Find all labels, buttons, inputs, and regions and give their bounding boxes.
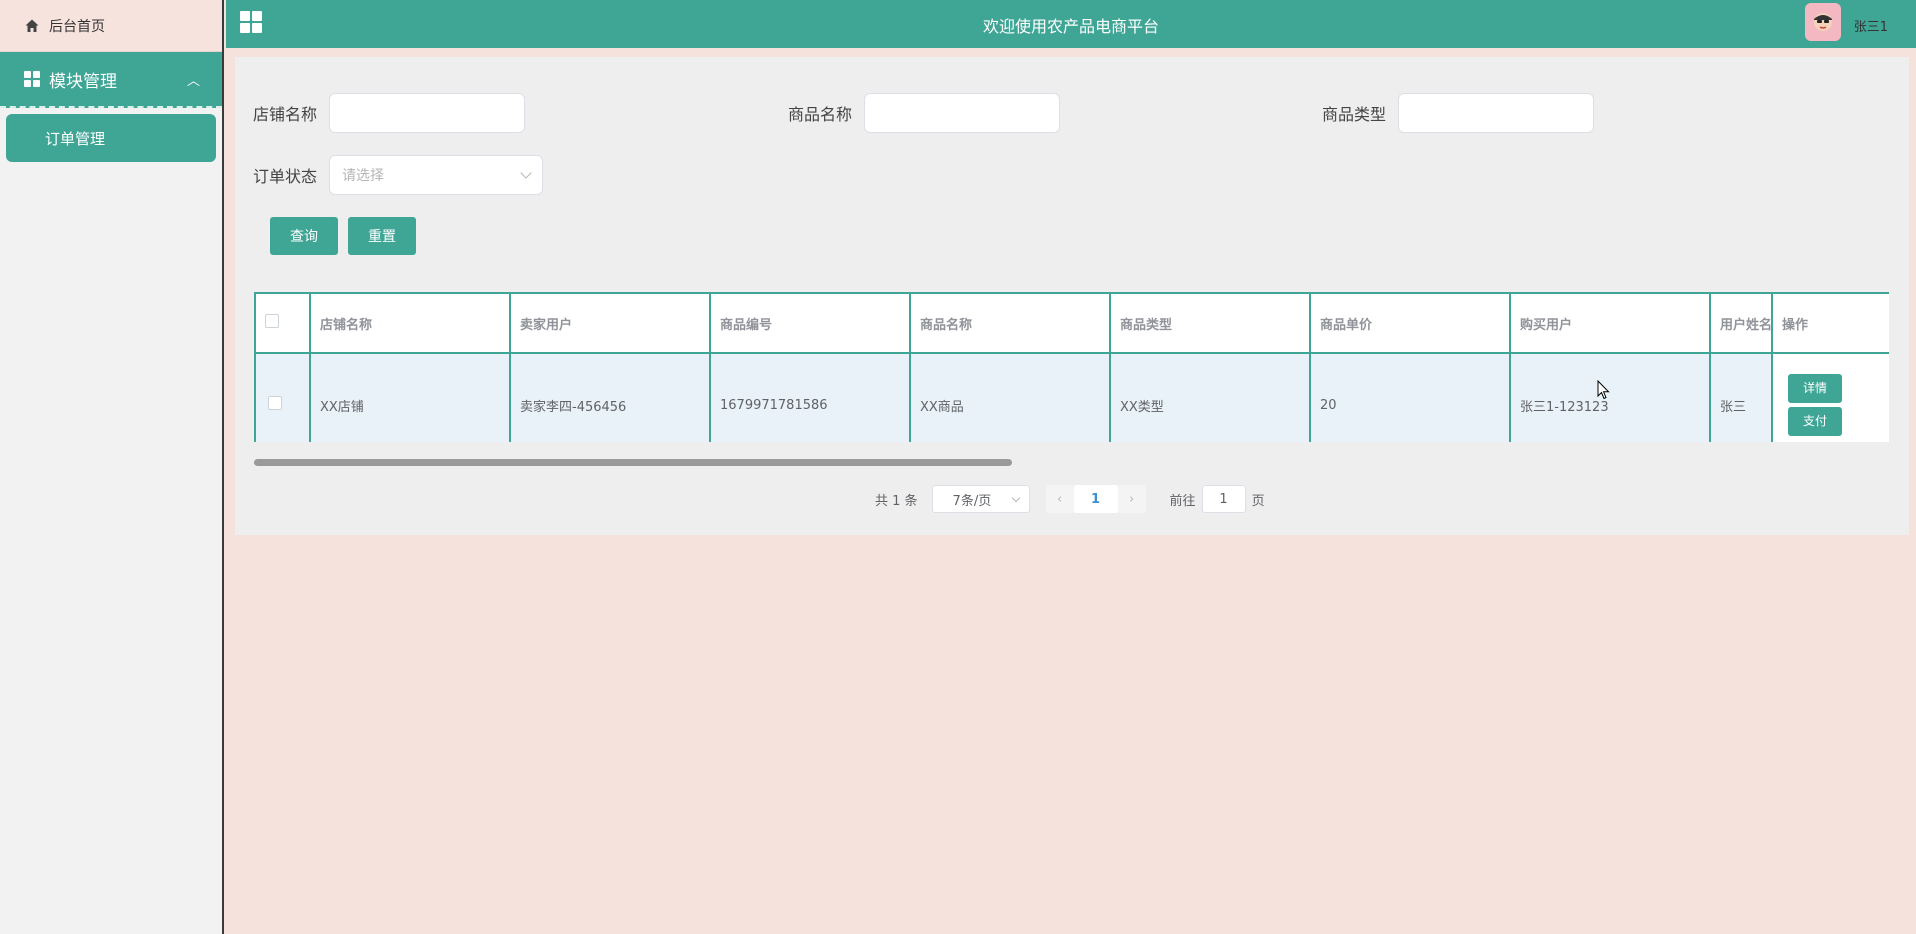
row-checkbox[interactable] — [268, 396, 282, 410]
shop-name-label: 店铺名称 — [252, 105, 317, 124]
product-name-label: 商品名称 — [787, 105, 852, 124]
sidebar: 后台首页 模块管理 ︿ 订单管理 — [0, 0, 224, 934]
cell-product-no: 1679971781586 — [709, 352, 911, 442]
grid-icon — [24, 71, 40, 87]
pagination-total: 共 1 条 — [875, 493, 918, 509]
table-header-row: 店铺名称 卖家用户 商品编号 商品名称 商品类型 商品单价 购买用户 用户姓名 … — [254, 292, 1889, 354]
column-header[interactable]: 用户姓名 — [1709, 292, 1773, 354]
column-header[interactable]: 卖家用户 — [509, 292, 711, 354]
table-row[interactable]: XX店铺 卖家李四-456456 1679971781586 XX商品 XX类型… — [254, 352, 1889, 442]
select-all-checkbox[interactable] — [265, 314, 279, 328]
sidebar-item-home[interactable]: 后台首页 — [0, 0, 222, 52]
cell-product-type: XX类型 — [1109, 352, 1311, 442]
detail-button[interactable]: 详情 — [1788, 374, 1842, 403]
shop-name-input[interactable] — [329, 93, 525, 133]
order-status-placeholder: 请选择 — [342, 168, 384, 184]
page-size-select[interactable]: 7条/页 — [931, 485, 1030, 513]
product-name-input[interactable] — [864, 93, 1060, 133]
chevron-right-icon: › — [1128, 491, 1135, 507]
product-type-filter: 商品类型 — [1304, 93, 1594, 133]
home-icon — [25, 19, 39, 32]
goto-label: 前往 — [1169, 493, 1196, 509]
product-type-label: 商品类型 — [1321, 105, 1386, 124]
column-header[interactable]: 商品类型 — [1109, 292, 1311, 354]
sidebar-item-label: 订单管理 — [45, 129, 106, 148]
top-header: 欢迎使用农产品电商平台 张三1 — [226, 0, 1916, 48]
product-name-filter: 商品名称 — [770, 93, 1060, 133]
chevron-down-icon — [520, 167, 532, 179]
product-type-input[interactable] — [1398, 93, 1594, 133]
page-suffix-label: 页 — [1251, 493, 1265, 509]
avatar[interactable] — [1805, 3, 1841, 41]
pay-button[interactable]: 支付 — [1788, 407, 1842, 436]
sidebar-module-menu[interactable]: 模块管理 ︿ — [0, 52, 222, 108]
chevron-up-icon[interactable]: ︿ — [187, 70, 200, 89]
column-header: 操作 — [1771, 292, 1889, 354]
prev-page-button[interactable]: ‹ — [1045, 485, 1074, 513]
cell-product-name: XX商品 — [909, 352, 1111, 442]
cell-operations: 详情 支付 — [1771, 352, 1889, 442]
row-select-cell — [254, 352, 311, 442]
page-number-current[interactable]: 1 — [1073, 485, 1118, 513]
column-header[interactable]: 商品编号 — [709, 292, 911, 354]
cell-shop: XX店铺 — [309, 352, 511, 442]
goto-page-input[interactable]: 1 — [1201, 485, 1246, 513]
header-username[interactable]: 张三1 — [1854, 16, 1888, 35]
order-status-select[interactable]: 请选择 — [329, 155, 543, 195]
horizontal-scrollbar[interactable] — [254, 459, 1012, 466]
column-header[interactable]: 商品名称 — [909, 292, 1111, 354]
sidebar-item-label: 后台首页 — [49, 18, 105, 35]
page-title: 欢迎使用农产品电商平台 — [982, 17, 1159, 36]
cell-seller: 卖家李四-456456 — [509, 352, 711, 442]
user-avatar-icon — [1814, 13, 1832, 31]
next-page-button[interactable]: › — [1117, 485, 1146, 513]
order-status-label: 订单状态 — [252, 167, 317, 186]
page-size-value: 7条/页 — [952, 493, 992, 509]
reset-button[interactable]: 重置 — [348, 217, 416, 255]
order-status-filter: 订单状态 请选择 — [235, 155, 543, 195]
orders-table: 店铺名称 卖家用户 商品编号 商品名称 商品类型 商品单价 购买用户 用户姓名 … — [254, 292, 1889, 442]
mouse-cursor-icon — [1597, 380, 1610, 400]
column-header[interactable]: 店铺名称 — [309, 292, 511, 354]
column-header[interactable]: 商品单价 — [1309, 292, 1511, 354]
main-panel: 店铺名称 商品名称 商品类型 订单状态 请选择 查询 重置 店铺名称 卖家用户 … — [235, 57, 1909, 535]
cell-price: 20 — [1309, 352, 1511, 442]
cell-buyer-name: 张三 — [1709, 352, 1773, 442]
chevron-down-icon — [1011, 493, 1020, 502]
pagination: 共 1 条 7条/页 ‹ 1 › 前往 1 页 — [875, 485, 1265, 513]
sidebar-module-label: 模块管理 — [49, 71, 117, 92]
select-all-cell — [254, 292, 311, 354]
shop-name-filter: 店铺名称 — [235, 93, 525, 133]
query-button[interactable]: 查询 — [270, 217, 338, 255]
sidebar-item-orders[interactable]: 订单管理 — [6, 114, 216, 162]
column-header[interactable]: 购买用户 — [1509, 292, 1711, 354]
chevron-left-icon: ‹ — [1056, 491, 1063, 507]
